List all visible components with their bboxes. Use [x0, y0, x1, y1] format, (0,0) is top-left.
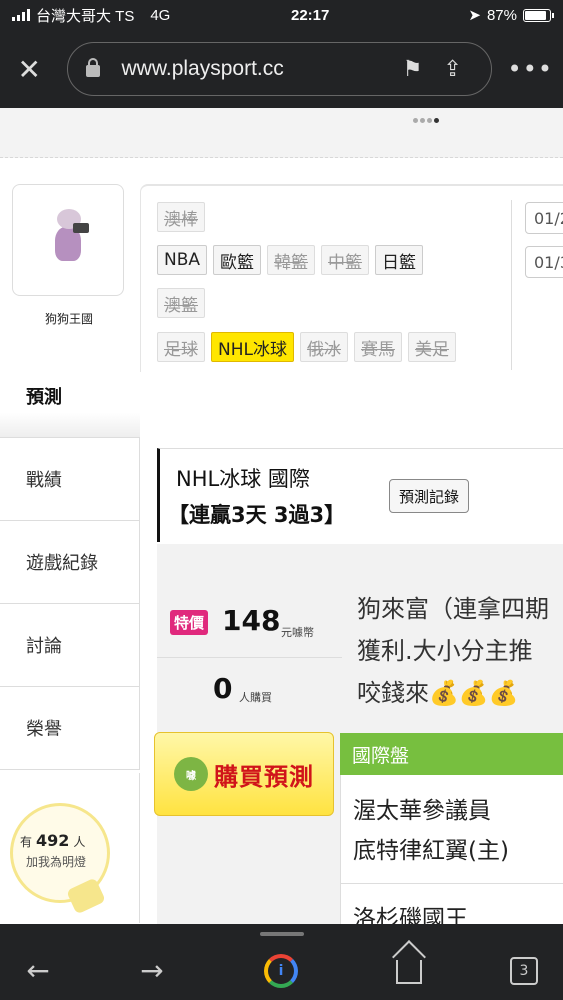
browser-top-bar: 台灣大哥大 TS 4G 22:17 ➤ 87% ✕ www.playsport.…	[0, 0, 563, 108]
drag-handle[interactable]	[260, 932, 304, 936]
game-title: NHL冰球 國際	[176, 467, 310, 491]
buyer-count: 0	[213, 672, 233, 705]
close-icon[interactable]: ✕	[10, 53, 49, 86]
bookmark-icon[interactable]: ⚑	[393, 56, 433, 82]
more-options-icon[interactable]: •••	[508, 55, 553, 83]
buyer-unit: 人購買	[239, 691, 272, 704]
fan-count-box[interactable]: 有 492 人 加我為明燈	[0, 773, 140, 923]
fan-caption: 加我為明燈	[26, 855, 87, 869]
profile-name: 狗狗王國	[44, 312, 93, 326]
status-bar: 台灣大哥大 TS 4G 22:17 ➤ 87%	[0, 0, 563, 30]
date-select[interactable]: 01/2	[525, 202, 563, 234]
price-column: 特價 148 元噱幣 0 人購買	[157, 544, 342, 734]
category-row-2: NBA 歐籃 韓籃 中籃 日籃	[157, 245, 424, 275]
home-icon[interactable]	[396, 960, 422, 984]
category-panel: 澳棒 NBA 歐籃 韓籃 中籃 日籃 澳籃 足球 NHL冰球 俄冰 賽馬 美足 …	[140, 184, 563, 372]
category-tag: 中籃	[321, 245, 370, 275]
network-type: 4G	[150, 6, 171, 24]
category-tag: 澳籃	[157, 288, 205, 318]
category-tag: 韓籃	[267, 245, 316, 275]
category-tag: 足球	[157, 332, 205, 362]
category-tag[interactable]: NBA	[157, 245, 208, 275]
coin-icon: 噱	[174, 757, 208, 791]
sidebar-item-discuss[interactable]: 討論	[0, 604, 140, 687]
carrier-name: 台灣大哥大 TS	[36, 7, 135, 25]
sidebar-item-honor[interactable]: 榮譽	[0, 687, 140, 770]
win-streak: 【連贏3天 3過3】	[168, 503, 346, 527]
sidebar-item-predict[interactable]: 預測	[0, 355, 140, 438]
avatar[interactable]	[12, 184, 124, 296]
category-tag[interactable]: 日籃	[375, 245, 424, 275]
category-tag[interactable]: 歐籃	[213, 245, 262, 275]
carousel-dots[interactable]	[413, 118, 439, 123]
match-row[interactable]: 渥太華參議員 底特律紅翼(主)	[353, 791, 509, 871]
battery-icon	[523, 8, 554, 22]
forward-arrow-icon[interactable]: →	[132, 954, 172, 987]
clock: 22:17	[291, 6, 330, 24]
banner-carousel	[0, 108, 563, 158]
game-header: NHL冰球 國際 【連贏3天 3過3】 預測記錄	[157, 448, 563, 542]
match-list: 渥太華參議員 底特律紅翼(主) 洛杉磯國王	[340, 775, 563, 932]
tab-switcher-icon[interactable]: 3	[510, 957, 538, 985]
league-header: 國際盤	[340, 733, 563, 775]
sidebar-nav: 預測 戰績 遊戲紀錄 討論 榮譽	[0, 355, 140, 770]
category-tag: 美足	[407, 332, 456, 362]
category-tag: 賽馬	[353, 332, 402, 362]
category-row-3: 澳籃	[157, 288, 205, 318]
price-unit: 元噱幣	[281, 626, 314, 639]
back-arrow-icon[interactable]: ←	[18, 954, 58, 987]
category-tag: 澳棒	[157, 202, 205, 232]
divider	[157, 657, 342, 658]
address-bar[interactable]: www.playsport.cc ⚑ ⇪	[66, 42, 492, 96]
divider	[341, 883, 563, 884]
price-value: 148	[222, 604, 281, 637]
fan-count: 有 492 人	[20, 831, 86, 850]
category-row-1: 澳棒	[157, 202, 205, 232]
divider	[511, 200, 512, 370]
buy-prediction-button[interactable]: 噱 購買預測	[154, 732, 334, 816]
sidebar-item-game-log[interactable]: 遊戲紀錄	[0, 521, 140, 604]
browser-bottom-bar: ← → i 3	[0, 924, 563, 1000]
address-row: ✕ www.playsport.cc ⚑ ⇪ •••	[0, 30, 563, 108]
share-icon[interactable]: ⇪	[433, 56, 473, 82]
date-select[interactable]: 01/3	[525, 246, 563, 278]
category-row-4: 足球 NHL冰球 俄冰 賽馬 美足	[157, 332, 456, 362]
category-tag: 俄冰	[299, 332, 348, 362]
google-lens-icon[interactable]: i	[264, 954, 298, 988]
prediction-record-button[interactable]: 預測記錄	[389, 479, 470, 513]
special-price-badge: 特價	[170, 610, 209, 635]
dog-figure-icon	[53, 209, 89, 269]
signal-icon	[12, 9, 30, 21]
prediction-description: 狗來富（連拿四期 獲利.大小分主推 咬錢來💰💰💰	[357, 595, 549, 707]
battery-percent: 87%	[486, 6, 517, 24]
lock-icon	[85, 58, 100, 77]
category-tag-selected[interactable]: NHL冰球	[211, 332, 294, 362]
buy-button-label: 購買預測	[214, 762, 314, 791]
location-arrow-icon: ➤	[468, 7, 481, 24]
url-text[interactable]: www.playsport.cc	[122, 57, 393, 81]
sidebar-item-record[interactable]: 戰績	[0, 438, 140, 521]
